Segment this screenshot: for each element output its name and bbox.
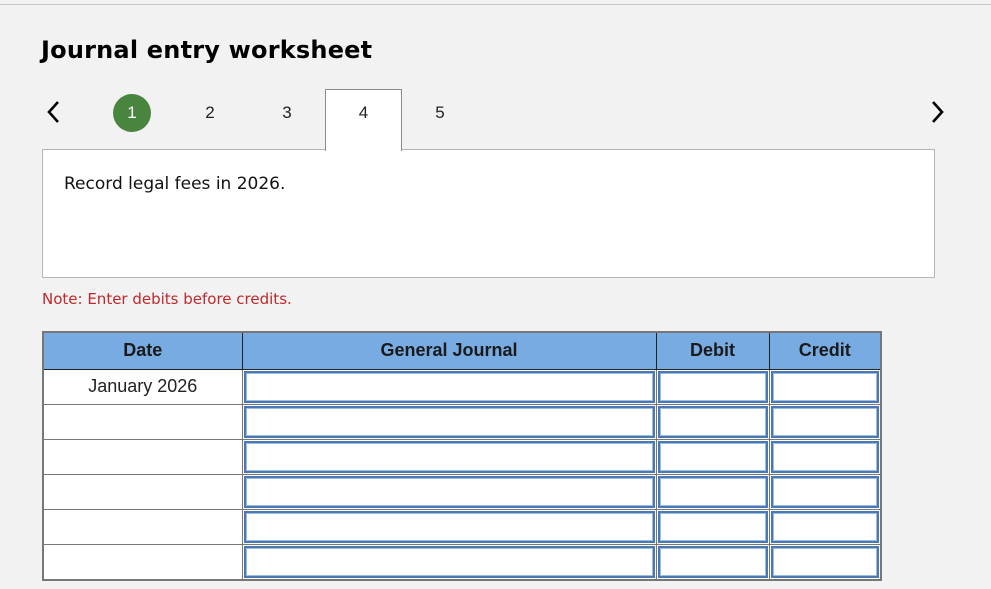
credit-input[interactable] xyxy=(770,510,879,543)
step-tab-1[interactable]: 1 xyxy=(113,94,151,132)
table-header-row: Date General Journal Debit Credit xyxy=(42,331,882,370)
debit-cell xyxy=(655,508,770,545)
debit-input[interactable] xyxy=(657,405,768,438)
date-cell xyxy=(42,438,243,475)
step-tab-2[interactable]: 2 xyxy=(190,94,230,132)
credit-cell xyxy=(768,473,882,510)
previous-step-button[interactable] xyxy=(44,98,64,126)
account-cell xyxy=(241,473,657,510)
table-row xyxy=(42,473,882,510)
header-credit: Credit xyxy=(768,331,882,370)
chevron-right-icon xyxy=(932,101,944,123)
table-row xyxy=(42,508,882,545)
general-journal-input[interactable] xyxy=(243,440,655,473)
date-cell: January 2026 xyxy=(42,368,243,405)
chevron-left-icon xyxy=(47,101,59,123)
credit-input[interactable] xyxy=(770,475,879,508)
page-title: Journal entry worksheet xyxy=(41,36,373,64)
next-step-button[interactable] xyxy=(928,98,948,126)
debit-cell xyxy=(655,473,770,510)
general-journal-input[interactable] xyxy=(243,405,655,438)
date-cell xyxy=(42,403,243,440)
credit-input[interactable] xyxy=(770,405,879,438)
debit-input[interactable] xyxy=(657,370,768,403)
credit-cell xyxy=(768,508,882,545)
header-general-journal: General Journal xyxy=(241,331,657,370)
prompt-text: Record legal fees in 2026. xyxy=(64,174,286,194)
account-cell xyxy=(241,368,657,405)
header-debit: Debit xyxy=(655,331,770,370)
credit-cell xyxy=(768,368,882,405)
table-row: January 2026 xyxy=(42,368,882,405)
table-row xyxy=(42,543,882,581)
account-cell xyxy=(241,543,657,581)
journal-table: Date General Journal Debit Credit Januar… xyxy=(42,331,882,581)
credit-input[interactable] xyxy=(770,545,879,578)
debit-cell xyxy=(655,543,770,581)
debit-cell xyxy=(655,403,770,440)
general-journal-input[interactable] xyxy=(243,510,655,543)
table-row xyxy=(42,438,882,475)
debit-cell xyxy=(655,438,770,475)
note-text: Note: Enter debits before credits. xyxy=(42,290,292,308)
debit-input[interactable] xyxy=(657,545,768,578)
debit-input[interactable] xyxy=(657,440,768,473)
account-cell xyxy=(241,403,657,440)
step-tab-3[interactable]: 3 xyxy=(267,94,307,132)
credit-input[interactable] xyxy=(770,370,879,403)
credit-cell xyxy=(768,438,882,475)
general-journal-input[interactable] xyxy=(243,370,655,403)
header-date: Date xyxy=(42,331,243,370)
credit-input[interactable] xyxy=(770,440,879,473)
general-journal-input[interactable] xyxy=(243,475,655,508)
account-cell xyxy=(241,438,657,475)
table-row xyxy=(42,403,882,440)
date-cell xyxy=(42,543,243,581)
credit-cell xyxy=(768,543,882,581)
date-cell xyxy=(42,473,243,510)
date-cell xyxy=(42,508,243,545)
step-tab-5[interactable]: 5 xyxy=(420,94,460,132)
debit-input[interactable] xyxy=(657,475,768,508)
general-journal-input[interactable] xyxy=(243,545,655,578)
prompt-panel: Record legal fees in 2026. xyxy=(42,149,935,278)
step-tab-4[interactable]: 4 xyxy=(325,89,402,151)
debit-cell xyxy=(655,368,770,405)
credit-cell xyxy=(768,403,882,440)
top-divider xyxy=(0,4,991,5)
debit-input[interactable] xyxy=(657,510,768,543)
account-cell xyxy=(241,508,657,545)
